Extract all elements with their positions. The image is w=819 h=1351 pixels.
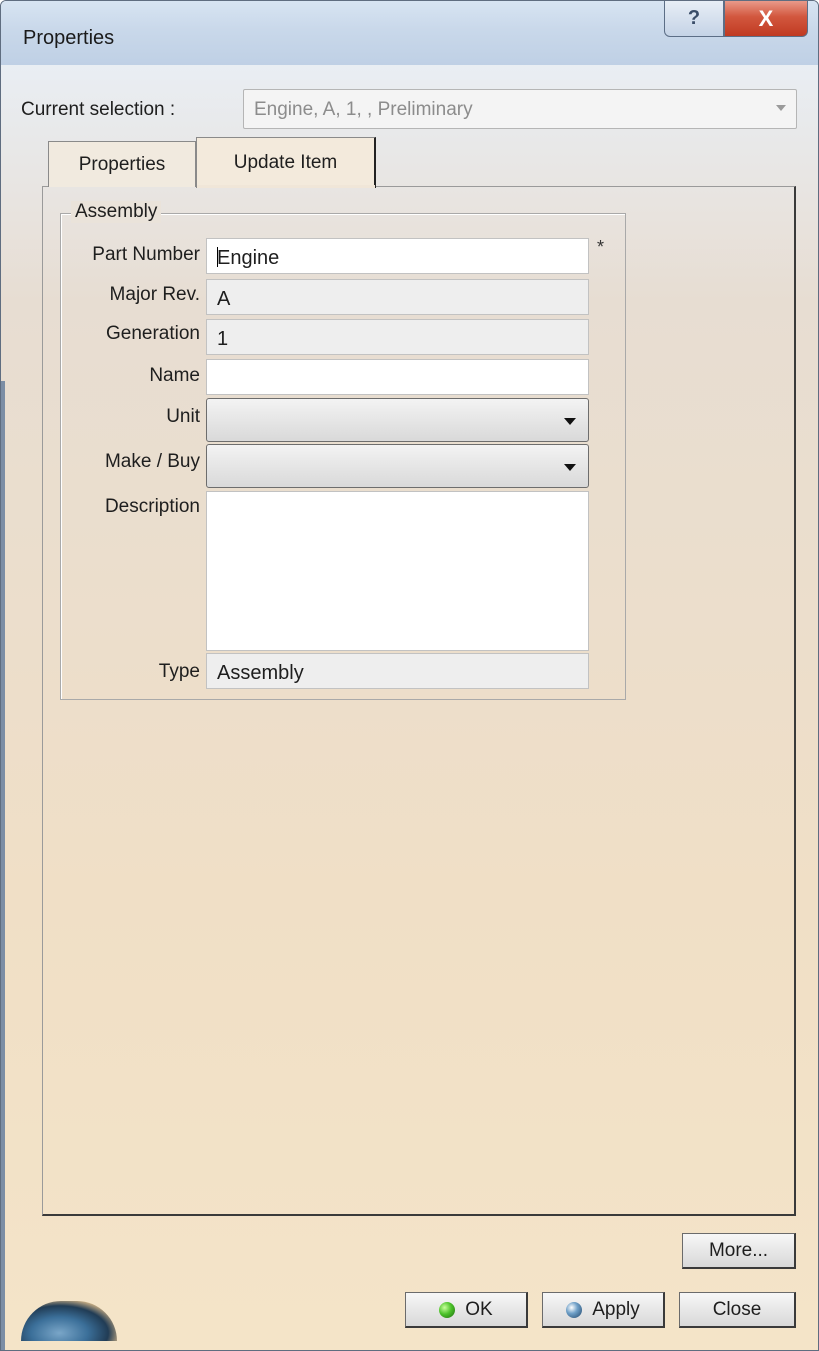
assembly-group-title: Assembly [71,201,162,223]
unit-dropdown[interactable] [206,398,589,442]
unit-label: Unit [166,406,200,427]
catia-logo-icon [21,1301,117,1341]
active-tab-gap [197,185,375,188]
current-selection-combo[interactable]: Engine, A, 1, , Preliminary [243,89,797,129]
close-button[interactable]: Close [679,1292,796,1328]
generation-label: Generation [105,323,200,344]
part-number-field[interactable]: Engine [206,238,589,274]
required-marker: * [597,237,605,257]
make-buy-label: Make / Buy [104,451,200,472]
more-button[interactable]: More... [682,1233,796,1269]
window-title: Properties [23,27,115,49]
tab-properties[interactable]: Properties [48,141,196,187]
apply-button[interactable]: Apply [542,1292,665,1328]
major-rev-value: A [217,288,231,310]
major-rev-field: A [206,279,589,315]
major-rev-label: Major Rev. [109,284,200,305]
type-field: Assembly [206,653,589,689]
name-label: Name [149,365,200,386]
type-label: Type [158,661,200,682]
part-number-label: Part Number [92,244,200,265]
help-button[interactable]: ? [664,1,724,37]
tab-update-item[interactable]: Update Item [196,137,376,188]
window-edge [1,381,5,1350]
tab-label: Properties [78,153,166,175]
apply-button-label: Apply [592,1298,640,1320]
current-selection-label: Current selection : [21,99,176,120]
ok-button-label: OK [465,1298,493,1320]
generation-field: 1 [206,319,589,355]
chevron-down-icon [564,418,576,425]
current-selection-value: Engine, A, 1, , Preliminary [254,99,473,120]
blue-orb-icon [566,1301,583,1318]
type-value: Assembly [217,662,304,684]
properties-dialog: Properties ? X Current selection : Engin… [0,0,819,1351]
description-textarea[interactable] [206,491,589,651]
name-field[interactable] [206,359,589,395]
make-buy-dropdown[interactable] [206,444,589,488]
close-icon: X [758,5,774,31]
title-bar[interactable]: Properties ? X [1,1,818,65]
window-close-button[interactable]: X [724,1,808,37]
close-button-label: Close [712,1298,762,1320]
generation-value: 1 [217,328,229,350]
description-label: Description [104,496,200,517]
ok-button[interactable]: OK [405,1292,528,1328]
part-number-value: Engine [217,247,280,269]
help-icon: ? [687,7,701,29]
chevron-down-icon [564,464,576,471]
green-orb-icon [439,1301,456,1318]
tab-label: Update Item [233,152,338,173]
more-button-label: More... [708,1239,769,1261]
chevron-down-icon [776,105,786,111]
